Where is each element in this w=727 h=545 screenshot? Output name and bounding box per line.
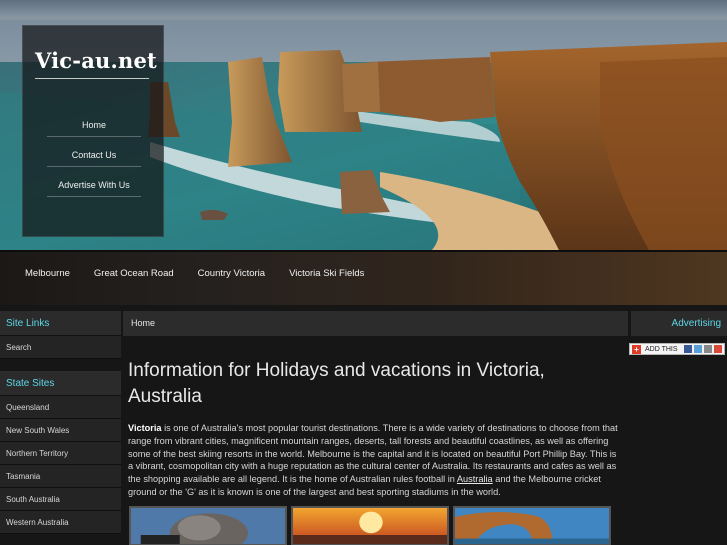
top-nav-country-victoria[interactable]: Country Victoria (186, 262, 277, 286)
email-icon (714, 345, 722, 353)
top-nav: Melbourne Great Ocean Road Country Victo… (0, 262, 376, 286)
photo-thumbnails (129, 506, 611, 545)
main-content: Home Information for Holidays and vacati… (123, 311, 628, 545)
bookmark-icon (694, 345, 702, 353)
sidebar-item-south-australia[interactable]: South Australia (0, 488, 121, 511)
digg-icon (704, 345, 712, 353)
top-nav-melbourne[interactable]: Melbourne (0, 262, 82, 286)
sidebar-item-queensland[interactable]: Queensland (0, 396, 121, 419)
header-banner: Vic-au.net Home Contact Us Advertise Wit… (0, 0, 727, 305)
australia-link[interactable]: Australia (457, 474, 493, 484)
thumbnail-rock-arch-photo[interactable] (453, 506, 611, 545)
site-logo[interactable]: Vic-au.net (35, 48, 157, 73)
sidebar-item-western-australia[interactable]: Western Australia (0, 511, 121, 534)
header-menu: Home Contact Us Advertise With Us (23, 116, 165, 206)
sidebar-item-tasmania[interactable]: Tasmania (0, 465, 121, 488)
top-nav-great-ocean-road[interactable]: Great Ocean Road (82, 262, 186, 286)
logo-underline (35, 78, 149, 79)
thumbnail-sunset-photo[interactable] (291, 506, 449, 545)
nav-home-link[interactable]: Home (23, 116, 165, 146)
advertising-heading: Advertising (631, 311, 727, 336)
site-links-heading: Site Links (0, 311, 121, 336)
breadcrumb: Home (123, 311, 628, 336)
intro-paragraph: Victoria is one of Australia's most popu… (128, 422, 624, 499)
plus-icon: + (632, 344, 641, 354)
state-sites-heading: State Sites (0, 371, 121, 396)
breadcrumb-home[interactable]: Home (131, 318, 155, 328)
right-sidebar: Advertising + ADD THIS (629, 311, 727, 355)
left-sidebar: Site Links Search State Sites Queensland… (0, 311, 121, 534)
sidebar-item-search[interactable]: Search (0, 336, 121, 359)
top-nav-ski-fields[interactable]: Victoria Ski Fields (277, 262, 376, 286)
share-icon (684, 345, 692, 353)
intro-bold: Victoria (128, 423, 162, 433)
sidebar-item-northern-territory[interactable]: Northern Territory (0, 442, 121, 465)
nav-contact-link[interactable]: Contact Us (23, 146, 165, 176)
logo-panel: Vic-au.net Home Contact Us Advertise Wit… (22, 25, 164, 237)
thumbnail-smoke-photo[interactable] (129, 506, 287, 545)
divider (0, 250, 727, 252)
nav-advertise-link[interactable]: Advertise With Us (23, 176, 165, 206)
sidebar-item-new-south-wales[interactable]: New South Wales (0, 419, 121, 442)
addthis-label: ADD THIS (645, 345, 678, 353)
addthis-button[interactable]: + ADD THIS (629, 343, 725, 355)
page-title: Information for Holidays and vacations i… (128, 360, 545, 407)
